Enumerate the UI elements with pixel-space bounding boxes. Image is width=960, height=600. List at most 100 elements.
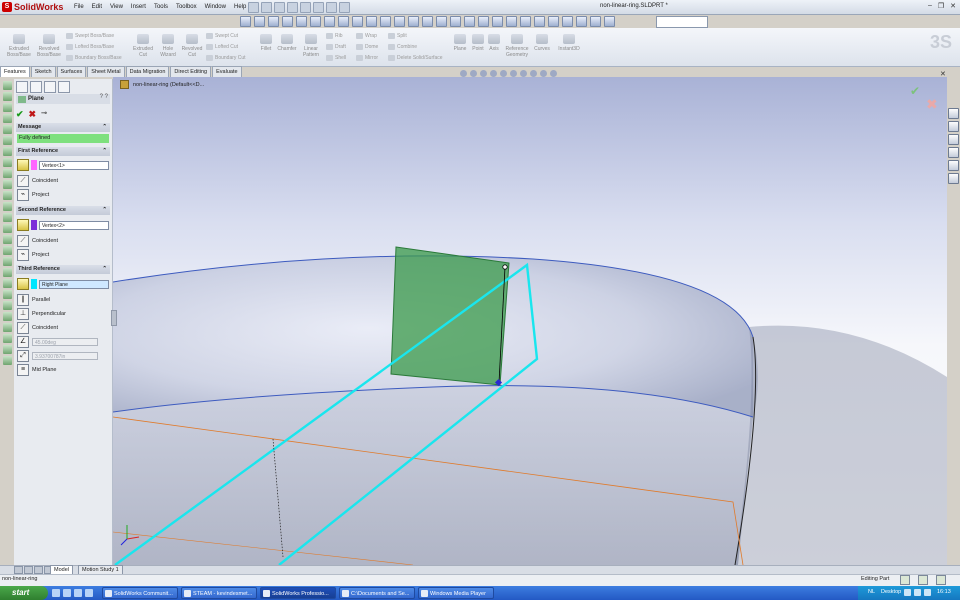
- four-view-icon[interactable]: [590, 15, 601, 27]
- mirror-icon[interactable]: [2, 213, 12, 222]
- menu-file[interactable]: File: [70, 2, 88, 12]
- help-icon[interactable]: ? ?: [100, 94, 108, 100]
- relations-icon[interactable]: [2, 279, 12, 288]
- normal-to-icon[interactable]: [548, 15, 559, 27]
- rectangle-icon[interactable]: [2, 114, 12, 123]
- display-style-icon[interactable]: [510, 70, 517, 77]
- trimetric-view-icon[interactable]: [520, 15, 531, 27]
- print-icon[interactable]: [287, 2, 298, 13]
- tab-sheet-metal[interactable]: Sheet Metal: [87, 66, 125, 77]
- third-reference-header[interactable]: Third Reference ⌃: [16, 265, 110, 274]
- revolved-cut-button[interactable]: Revolved Cut: [180, 34, 204, 58]
- shell-button[interactable]: Shell: [326, 55, 346, 61]
- second-reference-field[interactable]: Vertex<2>: [39, 220, 109, 230]
- shadows-icon[interactable]: [408, 15, 419, 27]
- wireframe-icon[interactable]: [380, 15, 391, 27]
- boundary-cut-button[interactable]: Boundary Cut: [206, 55, 246, 61]
- first-reference-field[interactable]: Vertex<1>: [39, 160, 109, 170]
- back-view-icon[interactable]: [436, 15, 447, 27]
- reference-geometry-button[interactable]: Reference Geometry: [502, 34, 532, 58]
- media-icon[interactable]: [74, 589, 82, 597]
- wrap-button[interactable]: Wrap: [356, 33, 377, 39]
- two-view-icon[interactable]: [576, 15, 587, 27]
- file-explorer-icon[interactable]: [948, 134, 959, 145]
- left-view-icon[interactable]: [450, 15, 461, 27]
- cancel-x-icon[interactable]: ✖: [29, 109, 37, 120]
- hole-wizard-button[interactable]: Hole Wizard: [156, 34, 180, 58]
- first-project-option[interactable]: ⌁ Project: [17, 189, 49, 201]
- model-view[interactable]: [113, 77, 947, 565]
- rib-button[interactable]: Rib: [326, 33, 343, 39]
- explorer-icon[interactable]: [63, 589, 71, 597]
- rotate-icon[interactable]: [2, 246, 12, 255]
- copy-icon[interactable]: [2, 268, 12, 277]
- apply-scene-icon[interactable]: [540, 70, 547, 77]
- trim-icon[interactable]: [2, 180, 12, 189]
- curves-button[interactable]: Curves: [532, 34, 552, 52]
- undo-icon[interactable]: [300, 2, 311, 13]
- previous-view-icon[interactable]: [480, 70, 487, 77]
- smart-dimension-icon[interactable]: [2, 92, 12, 101]
- new-icon[interactable]: [248, 2, 259, 13]
- tab-features[interactable]: Features: [0, 66, 30, 77]
- menu-window[interactable]: Window: [201, 2, 230, 12]
- perspective-icon[interactable]: [394, 15, 405, 27]
- prev-tab-icon[interactable]: [24, 566, 33, 574]
- second-reference-header[interactable]: Second Reference ⌃: [16, 206, 110, 215]
- open-icon[interactable]: [261, 2, 272, 13]
- edit-appearance-icon[interactable]: [530, 70, 537, 77]
- desktop-toolbar[interactable]: Desktop: [881, 589, 901, 595]
- spline-icon[interactable]: [2, 147, 12, 156]
- zoom-fit-icon[interactable]: [460, 70, 467, 77]
- construction-icon[interactable]: [2, 356, 12, 365]
- boundary-boss-button[interactable]: Boundary Boss/Base: [66, 55, 122, 61]
- cancel-x-icon[interactable]: ✖: [926, 96, 938, 113]
- tab-sketch[interactable]: Sketch: [30, 66, 56, 77]
- property-manager-icon[interactable]: [30, 81, 42, 93]
- task-solidworks-professional[interactable]: SolidWorks Professio...: [260, 587, 336, 599]
- pattern-icon[interactable]: [2, 224, 12, 233]
- split-button[interactable]: Split: [388, 33, 407, 39]
- app-logo[interactable]: S SolidWorks: [2, 1, 63, 13]
- plane-sketch-icon[interactable]: [2, 312, 12, 321]
- zoom-area-icon[interactable]: [470, 70, 477, 77]
- line-icon[interactable]: [2, 103, 12, 112]
- display-style-icon[interactable]: [324, 15, 335, 27]
- menu-tools[interactable]: Tools: [150, 2, 172, 12]
- draft-button[interactable]: Draft: [326, 44, 346, 50]
- more-icon[interactable]: [85, 589, 93, 597]
- save-icon[interactable]: [274, 2, 285, 13]
- first-tab-icon[interactable]: [14, 566, 23, 574]
- menu-insert[interactable]: Insert: [127, 2, 150, 12]
- convert-icon[interactable]: [2, 323, 12, 332]
- start-button[interactable]: start: [0, 586, 48, 600]
- display-manager-icon[interactable]: [58, 81, 70, 93]
- volume-icon[interactable]: [914, 589, 921, 596]
- task-solidworks-community[interactable]: SolidWorks Communit...: [102, 587, 178, 599]
- extend-icon[interactable]: [2, 191, 12, 200]
- help-icon[interactable]: [936, 575, 946, 585]
- zoom-area-icon[interactable]: [254, 15, 265, 27]
- axis-button[interactable]: Axis: [486, 34, 502, 52]
- shaded-icon[interactable]: [352, 15, 363, 27]
- extruded-cut-button[interactable]: Extruded Cut: [130, 34, 156, 58]
- keep-visible-icon[interactable]: ⊸: [41, 109, 47, 120]
- units-icon[interactable]: [918, 575, 928, 585]
- third-reference-field[interactable]: Right Plane: [39, 279, 109, 289]
- chamfer-button[interactable]: Chamfer: [276, 34, 298, 52]
- dimetric-view-icon[interactable]: [534, 15, 545, 27]
- resources-icon[interactable]: [948, 108, 959, 119]
- plane-button[interactable]: Plane: [452, 34, 468, 52]
- front-view-icon[interactable]: [422, 15, 433, 27]
- fillet-button[interactable]: Fillet: [256, 34, 276, 52]
- sketch-tool-icon[interactable]: [2, 81, 12, 90]
- task-steam[interactable]: STEAM - kevindesmet...: [181, 587, 257, 599]
- distance-field[interactable]: 3.93700787in: [32, 352, 98, 360]
- collapse-icon[interactable]: ⌃: [102, 147, 107, 156]
- menu-edit[interactable]: Edit: [88, 2, 106, 12]
- third-coincident-option[interactable]: ⟋ Coincident: [17, 322, 58, 334]
- circle-icon[interactable]: [2, 125, 12, 134]
- graphics-area[interactable]: [113, 77, 947, 565]
- tab-evaluate[interactable]: Evaluate: [212, 66, 242, 77]
- combine-button[interactable]: Combine: [388, 44, 417, 50]
